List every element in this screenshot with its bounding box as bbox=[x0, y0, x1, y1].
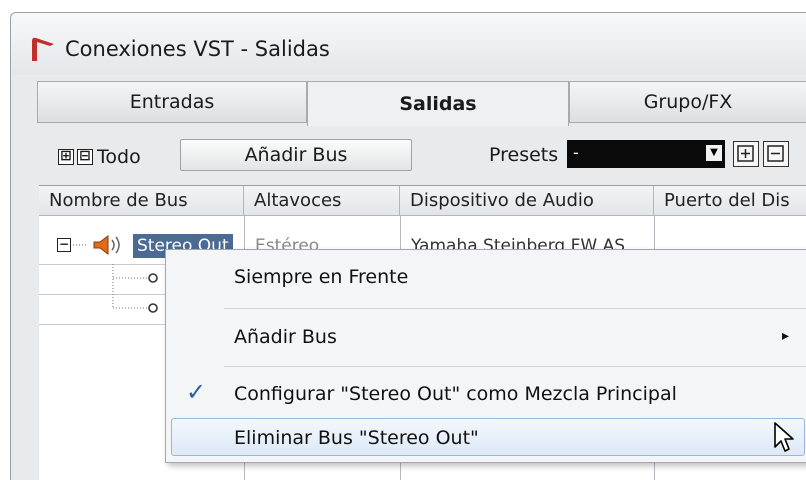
tree-connector bbox=[73, 244, 87, 246]
menu-item-add-bus[interactable]: Añadir Bus ▸ bbox=[166, 310, 806, 365]
menu-item-label: Añadir Bus bbox=[234, 326, 337, 348]
menu-item-label: Eliminar Bus "Stereo Out" bbox=[234, 427, 479, 449]
column-header-device-port[interactable]: Puerto del Dis bbox=[654, 186, 806, 216]
presets-label: Presets bbox=[489, 144, 559, 166]
collapse-node-button[interactable]: − bbox=[57, 238, 71, 252]
vst-connections-window: Conexiones VST - Salidas Entradas Salida… bbox=[10, 12, 806, 480]
window-title: Conexiones VST - Salidas bbox=[65, 37, 330, 61]
collapse-all-button[interactable]: ⊟ bbox=[77, 149, 93, 165]
tab-grupo-fx[interactable]: Grupo/FX bbox=[569, 81, 806, 123]
tree-connector bbox=[112, 264, 158, 313]
menu-item-label: Configurar "Stereo Out" como Mezcla Prin… bbox=[234, 383, 677, 405]
menu-item-remove-bus[interactable]: Eliminar Bus "Stereo Out" bbox=[166, 418, 806, 456]
speaker-icon bbox=[93, 235, 120, 255]
remove-icon bbox=[767, 145, 784, 162]
preset-remove-icon[interactable] bbox=[763, 141, 789, 167]
add-bus-button[interactable]: Añadir Bus bbox=[180, 139, 412, 171]
cubase-logo-icon bbox=[32, 37, 54, 61]
column-header-bus-name[interactable]: Nombre de Bus bbox=[39, 186, 244, 216]
chevron-down-icon[interactable]: ▼ bbox=[706, 145, 722, 161]
checkmark-icon: ✓ bbox=[186, 378, 207, 406]
title-bar[interactable]: Conexiones VST - Salidas bbox=[11, 13, 806, 75]
menu-separator bbox=[224, 366, 806, 367]
menu-separator bbox=[224, 308, 806, 309]
tab-bar: Entradas Salidas Grupo/FX bbox=[37, 81, 806, 126]
presets-value: - bbox=[573, 143, 579, 162]
column-header-speakers[interactable]: Altavoces bbox=[244, 186, 400, 216]
presets-dropdown[interactable]: - ▼ bbox=[567, 140, 725, 168]
expand-all-button[interactable]: ⊞ bbox=[58, 149, 74, 165]
all-label: Todo bbox=[97, 146, 141, 168]
tab-salidas[interactable]: Salidas bbox=[307, 81, 569, 126]
tab-entradas[interactable]: Entradas bbox=[37, 81, 307, 123]
mouse-cursor-icon bbox=[774, 422, 794, 452]
preset-store-icon[interactable] bbox=[733, 141, 759, 167]
context-menu: Siempre en Frente Añadir Bus ▸ ✓ Configu… bbox=[165, 249, 806, 463]
store-icon bbox=[737, 145, 754, 162]
menu-item-set-main-mix[interactable]: ✓ Configurar "Stereo Out" como Mezcla Pr… bbox=[166, 368, 806, 418]
menu-item-label: Siempre en Frente bbox=[234, 266, 409, 288]
submenu-arrow-icon: ▸ bbox=[782, 328, 790, 344]
menu-item-always-on-top[interactable]: Siempre en Frente bbox=[166, 250, 806, 300]
column-header-audio-device[interactable]: Dispositivo de Audio bbox=[400, 186, 654, 216]
